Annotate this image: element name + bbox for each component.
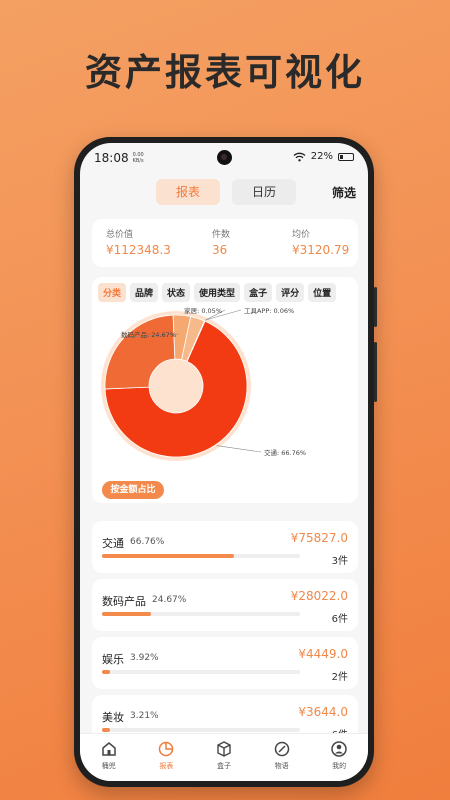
category-count: 6件 [331, 614, 348, 625]
nav-label: 物语 [274, 762, 289, 770]
category-amount: ¥3644.0 [298, 705, 348, 719]
category-row[interactable]: 娱乐 3.92% ¥4449.0 2件 [92, 637, 358, 689]
nav-item-4[interactable]: 物语 [253, 734, 311, 781]
compass-icon [253, 739, 311, 759]
front-camera [217, 150, 232, 165]
category-row[interactable]: 数码产品 24.67% ¥28022.0 6件 [92, 579, 358, 631]
callout-line [216, 445, 262, 453]
power-button [374, 342, 377, 402]
donut-chart: 交通: 66.76% 数码产品: 24.67% 工具APP: 0.06% 家居: 0.… [101, 306, 306, 461]
nav-item-5[interactable]: 我的 [310, 734, 368, 781]
bottom-nav: 桶兜 报表 盒子 物语 我的 [80, 733, 368, 781]
category-amount: ¥4449.0 [298, 647, 348, 661]
slice-callout-label: 交通: 66.76% [264, 448, 306, 457]
chart-card: 分类 品牌 状态 使用类型 盒子 评分 位置 交通: 66.76% 数码产品: 24.67% 工… [92, 277, 358, 503]
category-name: 数码产品 [102, 595, 146, 608]
battery-percent: 22% [310, 151, 333, 162]
nav-item-2[interactable]: 报表 [138, 734, 196, 781]
nav-label: 盒子 [216, 762, 231, 770]
category-count: 2件 [331, 672, 348, 683]
nav-label: 报表 [159, 762, 174, 770]
summary-total: 总价值 ¥112348.3 [106, 227, 171, 257]
slice-callout-label: 数码产品: 24.67% [121, 330, 176, 339]
share-bar-fill [102, 612, 151, 616]
share-bar-track [102, 670, 300, 674]
tab-calendar[interactable]: 日历 [232, 179, 296, 205]
category-name: 美妆 [102, 711, 124, 724]
category-name: 娱乐 [102, 653, 124, 666]
battery-icon [338, 152, 354, 161]
summary-value: ¥112348.3 [106, 243, 171, 257]
amount-ratio-toggle[interactable]: 按金额占比 [102, 481, 164, 499]
status-time: 18:08 [94, 151, 129, 165]
summary-label: 总价值 [106, 230, 134, 240]
slice-callout-label: 家居: 0.05% [184, 306, 222, 315]
tab-report[interactable]: 报表 [156, 179, 220, 205]
category-row[interactable]: 交通 66.76% ¥75827.0 3件 [92, 521, 358, 573]
status-bar: 18:08 0.00 KB/s 22% [80, 143, 368, 171]
summary-value: 36 [212, 243, 228, 257]
category-percent: 24.67% [152, 595, 187, 605]
summary-label: 件数 [212, 230, 231, 240]
top-nav: 报表 日历 筛选 [80, 179, 368, 209]
summary-value: ¥3120.79 [292, 243, 350, 257]
category-amount: ¥75827.0 [290, 531, 348, 545]
wifi-icon [293, 152, 306, 161]
box-icon [195, 739, 253, 759]
network-speed: 0.00 KB/s [133, 152, 144, 164]
category-amount: ¥28022.0 [290, 589, 348, 603]
category-name: 交通 [102, 537, 124, 550]
app-screen: 18:08 0.00 KB/s 22% 报表 日历 筛选 总价值 ¥112348… [80, 143, 368, 781]
nav-item-3[interactable]: 盒子 [195, 734, 253, 781]
category-count: 3件 [331, 556, 348, 567]
phone-frame: 18:08 0.00 KB/s 22% 报表 日历 筛选 总价值 ¥112348… [74, 137, 377, 787]
summary-label: 均价 [292, 230, 311, 240]
summary-average: 均价 ¥3120.79 [292, 227, 349, 257]
category-percent: 66.76% [130, 537, 165, 547]
promo-headline: 资产报表可视化 [85, 51, 365, 94]
pie-chart-icon [138, 739, 196, 759]
nav-label: 桶兜 [101, 762, 116, 770]
volume-button [374, 287, 377, 327]
share-bar-track [102, 728, 300, 732]
summary-count: 件数 36 [212, 227, 230, 257]
nav-label: 我的 [332, 762, 347, 770]
slice-callout-label: 工具APP: 0.06% [244, 307, 294, 315]
filter-button[interactable]: 筛选 [332, 184, 356, 201]
user-icon [310, 739, 368, 759]
share-bar-fill [102, 728, 110, 732]
category-percent: 3.21% [130, 711, 159, 721]
nav-item-1[interactable]: 桶兜 [80, 734, 138, 781]
share-bar-track [102, 554, 300, 558]
summary-card: 总价值 ¥112348.3 件数 36 均价 ¥3120.79 [92, 219, 358, 267]
share-bar-track [102, 612, 300, 616]
home-icon [80, 739, 138, 759]
share-bar-fill [102, 554, 235, 558]
category-percent: 3.92% [130, 653, 159, 663]
share-bar-fill [102, 670, 110, 674]
net-speed-unit: KB/s [132, 158, 144, 164]
